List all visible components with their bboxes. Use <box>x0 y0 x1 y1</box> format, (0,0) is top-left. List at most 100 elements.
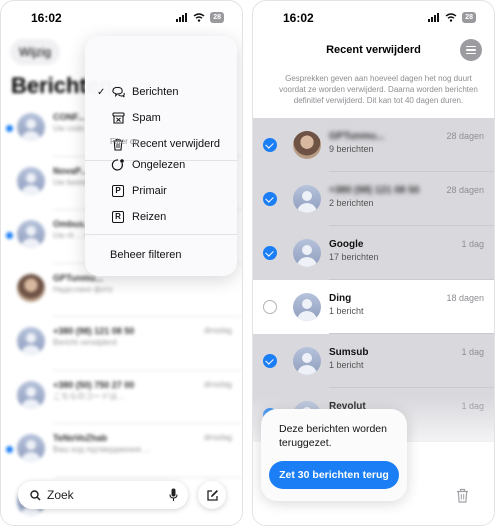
avatar <box>17 380 45 409</box>
unread-dot <box>6 125 13 132</box>
restore-button[interactable]: Zet 30 berichten terug <box>269 461 399 489</box>
conversation-name: +380 (98) 121 08 50 <box>53 326 135 336</box>
conversation-preview: Ваш код підтвердження ... <box>53 445 151 454</box>
menu-item-reizen[interactable]: R Reizen <box>85 206 237 228</box>
compose-button[interactable] <box>198 481 226 509</box>
conversation-name: NovaP... <box>53 165 88 176</box>
deleted-conversation-row[interactable]: GPTunmu... 9 berichten 28 dagen <box>253 118 494 172</box>
wifi-icon <box>193 13 205 22</box>
days-remaining: 18 dagen <box>446 293 484 303</box>
menu-line-icon <box>466 52 476 55</box>
avatar <box>17 113 45 141</box>
avatar-body <box>21 398 41 409</box>
delete-button[interactable] <box>449 482 475 508</box>
deleted-conversation-row[interactable]: Sumsub 1 bericht 1 dag <box>253 334 494 388</box>
status-time: 16:02 <box>31 11 62 25</box>
conversation-row[interactable]: +380 (50) 750 27 00 dinsdag こちらのコードは... <box>1 371 242 424</box>
travel-icon: R <box>111 210 125 224</box>
signal-icon <box>428 13 440 22</box>
checkbox-checked-icon[interactable] <box>263 138 277 152</box>
conversation-name: TeNoVoZhab <box>53 433 108 443</box>
avatar <box>17 327 45 355</box>
unread-icon <box>111 158 125 172</box>
days-remaining: 1 dag <box>461 347 484 357</box>
checkbox-empty-icon[interactable] <box>263 300 277 314</box>
menu-item-label: Beheer filteren <box>110 249 182 261</box>
avatar <box>17 166 45 195</box>
conversation-name: CONF... <box>53 112 86 122</box>
menu-item-ongelezen[interactable]: Ongelezen <box>85 154 237 176</box>
messages-screen: 16:02 28 Wijzig Berichten CONF... Uw code… <box>0 0 243 526</box>
status-icons: 28 <box>176 12 224 23</box>
checkmark-icon: ✓ <box>97 86 106 98</box>
days-remaining: 1 dag <box>461 239 484 249</box>
conversation-preview: こちらのコードは... <box>53 391 124 401</box>
menu-item-primair[interactable]: P Primair <box>85 180 237 202</box>
avatar-head <box>26 440 36 450</box>
menu-item-spam[interactable]: Spam <box>85 107 237 129</box>
deleted-conversation-row[interactable]: +380 (98) 121 08 50 2 berichten 28 dagen <box>253 172 494 226</box>
avatar-body <box>21 131 41 141</box>
avatar <box>293 293 321 321</box>
search-bar[interactable]: Zoek <box>18 481 188 509</box>
tray-x-icon <box>111 111 125 125</box>
deleted-conversation-row[interactable]: Google 17 berichten 1 dag <box>253 226 494 280</box>
menu-item-label: Primair <box>132 185 167 197</box>
menu-item-label: Recent verwijderd <box>132 138 221 150</box>
message-count: 1 bericht <box>329 306 364 316</box>
travel-letter: R <box>112 211 124 223</box>
days-remaining: 28 dagen <box>446 131 484 141</box>
avatar-head <box>26 386 36 397</box>
manage-filters-item[interactable]: Beheer filteren <box>85 244 237 266</box>
avatar-head <box>26 226 36 236</box>
menu-item-label: Reizen <box>132 211 167 223</box>
avatar-body <box>21 452 41 462</box>
status-bar: 16:02 28 <box>253 1 494 35</box>
checkbox-checked-icon[interactable] <box>263 354 277 368</box>
checkbox-checked-icon[interactable] <box>263 192 277 206</box>
deleted-conversation-row[interactable]: Ding 1 bericht 18 dagen <box>253 280 494 334</box>
avatar <box>293 347 321 375</box>
microphone-icon[interactable] <box>169 488 178 502</box>
avatar-head <box>26 119 36 129</box>
status-icons: 28 <box>428 12 476 23</box>
edit-button[interactable]: Wijzig <box>10 39 60 65</box>
filter-heading-text: Filter op <box>110 137 139 146</box>
menu-button[interactable] <box>460 39 482 61</box>
message-count: 17 berichten <box>329 252 379 262</box>
menu-item-label: Ongelezen <box>132 159 186 171</box>
conversation-preview: Надіслано фото <box>53 284 113 294</box>
primary-letter: P <box>112 185 124 197</box>
menu-item-berichten[interactable]: ✓ Berichten <box>85 81 237 103</box>
menu-item-recent-deleted[interactable]: Recent verwijderd <box>85 133 237 155</box>
signal-icon <box>176 13 188 22</box>
message-count: 2 berichten <box>329 198 374 208</box>
avatar <box>17 220 45 248</box>
avatar-body <box>297 365 317 375</box>
conversation-date: dinsdag <box>203 326 232 335</box>
conversation-name: Ding <box>329 293 352 304</box>
conversation-name: +380 (98) 121 08 50 <box>329 185 420 196</box>
primary-icon: P <box>111 184 125 198</box>
search-placeholder: Zoek <box>47 488 74 502</box>
restore-toast: Deze berichten worden teruggezet. Zet 30… <box>261 409 407 501</box>
avatar-body <box>297 203 317 213</box>
battery-icon: 28 <box>210 12 224 23</box>
status-bar: 16:02 28 <box>1 1 242 35</box>
avatar-body <box>297 311 317 321</box>
avatar <box>293 131 321 159</box>
battery-icon: 28 <box>462 12 476 23</box>
conversation-row[interactable]: +380 (98) 121 08 50 dinsdag Bericht verwij… <box>1 317 242 371</box>
bubbles-icon <box>111 85 125 99</box>
trash-icon <box>456 488 468 503</box>
menu-divider <box>85 234 237 235</box>
message-count: 9 berichten <box>329 144 374 154</box>
wifi-icon <box>445 13 457 22</box>
status-time: 16:02 <box>283 11 314 25</box>
conversation-preview: Bericht verwijderd <box>53 338 117 347</box>
conversation-row[interactable]: TeNoVoZhab dinsdag Ваш код підтвердження .… <box>1 424 242 478</box>
avatar-head <box>302 191 312 201</box>
menu-line-icon <box>466 45 476 48</box>
unread-dot <box>6 446 13 453</box>
checkbox-checked-icon[interactable] <box>263 246 277 260</box>
